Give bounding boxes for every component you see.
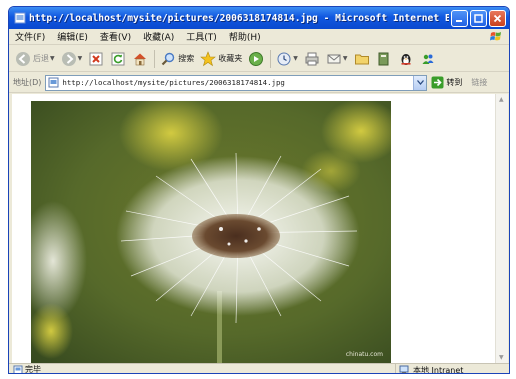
menu-help[interactable]: 帮助(H) [229,30,261,43]
menu-tools[interactable]: 工具(T) [186,30,217,43]
research-book-icon [378,52,388,65]
zone-text: 本地 Intranet [413,365,464,374]
forward-arrow-icon [61,51,76,66]
maximize-button[interactable] [470,9,487,27]
forward-dropdown-icon[interactable]: ▼ [78,55,83,62]
address-label: 地址(D) [13,78,42,87]
security-zone: 本地 Intranet [395,364,464,374]
forward-button[interactable]: ▼ [61,48,83,70]
image-watermark: chinatu.com [345,351,383,358]
links-button[interactable]: 链接 [471,77,487,88]
stop-button[interactable] [88,48,104,70]
page-icon [48,77,59,88]
title-bar[interactable]: http://localhost/mysite/pictures/2006318… [9,7,509,29]
media-icon [249,51,264,66]
back-button[interactable]: 后退 ▼ [15,48,55,70]
messenger-penguin-icon [401,53,410,65]
menu-favorites[interactable]: 收藏(A) [143,30,174,43]
intranet-computer-icon [399,365,409,373]
status-bar: 完毕 本地 Intranet [9,363,509,374]
menu-view[interactable]: 查看(V) [100,30,131,43]
back-label: 后退 [33,54,49,63]
toolbar: 后退 ▼ ▼ 搜索 收藏夹 ▼ ▼ [9,46,509,72]
print-button[interactable] [304,48,320,70]
stop-icon [89,52,103,65]
address-bar: 地址(D) http://localhost/mysite/pictures/2… [9,73,509,93]
refresh-button[interactable] [110,48,126,70]
msn-button[interactable] [420,48,436,70]
windows-flag-icon [489,30,503,43]
vertical-scrollbar[interactable]: ▲ ▼ [495,94,508,363]
favorites-star-icon [200,50,217,66]
go-label: 转到 [446,78,463,87]
back-dropdown-icon[interactable]: ▼ [50,55,55,62]
favorites-button[interactable]: 收藏夹 [200,48,242,70]
go-button[interactable]: 转到 [431,76,462,89]
dandelion-image [31,101,391,363]
back-arrow-icon [16,51,30,66]
mail-icon [327,54,341,63]
address-dropdown-button[interactable] [413,75,427,90]
close-button[interactable] [489,9,506,27]
search-label: 搜索 [178,54,195,63]
mail-dropdown-icon[interactable]: ▼ [343,55,348,62]
research-button[interactable] [376,48,392,70]
minimize-button[interactable] [451,9,468,27]
toolbar-separator [270,49,272,68]
home-icon [134,53,147,65]
history-dropdown-icon[interactable]: ▼ [293,55,298,62]
browser-window: http://localhost/mysite/pictures/2006318… [8,6,510,374]
scroll-up-icon[interactable]: ▲ [499,96,504,103]
msn-people-icon [422,54,433,64]
dandelion-photo[interactable]: chinatu.com [31,101,391,363]
messenger-button[interactable] [398,48,414,70]
scroll-down-icon[interactable]: ▼ [499,354,504,361]
refresh-icon [111,52,125,65]
go-arrow-icon [431,76,444,89]
menu-bar: 文件(F) 编辑(E) 查看(V) 收藏(A) 工具(T) 帮助(H) [9,29,509,45]
search-button[interactable]: 搜索 [160,48,194,70]
address-url: http://localhost/mysite/pictures/2006318… [62,78,285,87]
search-icon [161,52,175,65]
window-title: http://localhost/mysite/pictures/2006318… [29,12,449,24]
chevron-down-icon [416,80,424,85]
mail-button[interactable]: ▼ [326,48,348,70]
menu-file[interactable]: 文件(F) [15,30,45,43]
page-content: chinatu.com [12,94,495,363]
address-input[interactable]: http://localhost/mysite/pictures/2006318… [45,74,428,91]
printer-icon [305,52,319,65]
history-clock-icon [277,52,291,65]
home-button[interactable] [132,48,148,70]
toolbar-separator [154,49,156,68]
status-text: 完毕 [25,365,41,374]
favorites-label: 收藏夹 [218,54,243,63]
folder-icon [354,54,369,64]
folder-button[interactable] [354,48,370,70]
page-done-icon [13,365,23,373]
menu-edit[interactable]: 编辑(E) [57,30,88,43]
ie-page-icon [13,12,26,25]
media-button[interactable] [248,48,264,70]
history-button[interactable]: ▼ [276,48,298,70]
